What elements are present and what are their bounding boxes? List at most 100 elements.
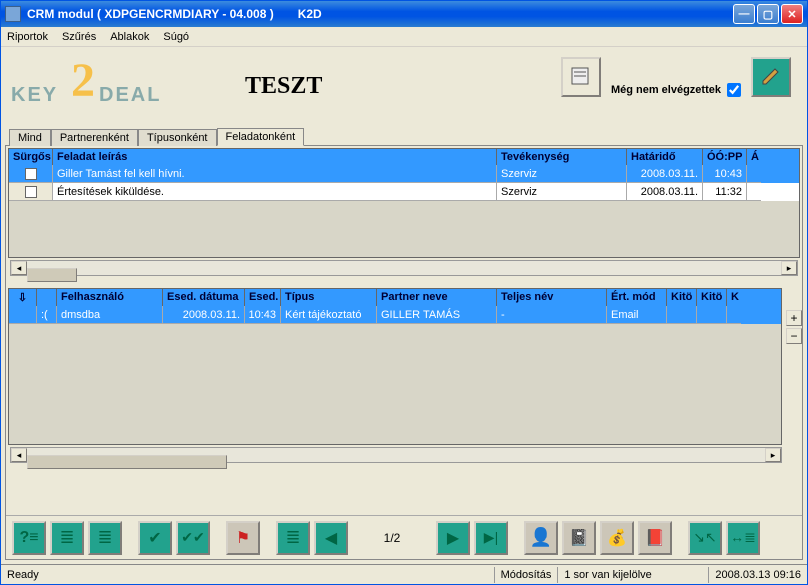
col-tail[interactable]: Á [747,149,761,165]
bottom-grid-hscroll[interactable]: ◂ ▸ [10,447,782,463]
maximize-button[interactable]: ▢ [757,4,779,24]
stamp-icon [568,64,594,90]
status-selection: 1 sor van kijelölve [558,567,708,583]
logo: KEY 2 DEAL [11,57,181,111]
notebook-icon: 📓 [569,528,589,548]
window-subtitle: K2D [298,7,322,21]
cell-esed-datum: 2008.03.11. [163,306,245,324]
menu-ablakok[interactable]: Ablakok [110,31,149,43]
lines-icon: ≣ [59,527,74,548]
tab-feladatonkent[interactable]: Feladatonként [217,128,305,146]
tb-user-button[interactable]: 👤 [524,521,558,555]
question-icon: ?≡ [19,529,38,547]
col-kito[interactable]: Kitö [667,289,697,306]
top-grid-header: Sürgős Feladat leírás Tevékenység Határi… [9,149,799,165]
person-icon: 👤 [530,527,552,548]
status-ready: Ready [1,567,45,583]
col-oopp[interactable]: ÓÓ:PP [703,149,747,165]
pencil-icon [760,66,782,88]
menu-riportok[interactable]: Riportok [7,31,48,43]
col-k[interactable]: K [727,289,741,306]
scroll-left-button[interactable]: ◂ [11,261,27,275]
scroll-right-button[interactable]: ▸ [765,448,781,462]
cell-tipus: Kért tájékoztató [281,306,377,324]
col-tevekenyseg[interactable]: Tevékenység [497,149,627,165]
tb-phonebook-button[interactable]: 📕 [638,521,672,555]
tb-last-button[interactable]: ▶| [474,521,508,555]
tab-partnerenkent[interactable]: Partnerenként [51,129,138,146]
col-face[interactable] [37,289,57,306]
tb-prev-button[interactable]: ◀ [314,521,348,555]
tb-notes-button[interactable]: 📓 [562,521,596,555]
top-grid-hscroll[interactable]: ◂ ▸ [10,260,798,276]
shrink-icon: ↘↖ [693,529,716,546]
tb-check2-button[interactable]: ✔✔ [176,521,210,555]
menu-szures[interactable]: Szűrés [62,31,96,43]
minimize-button[interactable]: — [733,4,755,24]
tb-list1-button[interactable]: ≣ [50,521,84,555]
tb-list3-button[interactable]: ≣ [276,521,310,555]
tb-check1-button[interactable]: ✔ [138,521,172,555]
bottom-grid-header: ⇩ Felhasználó Esed. dátuma Esed. Típus P… [9,289,781,306]
tab-tipusonkent[interactable]: Típusonként [138,129,217,146]
tb-shrink-button[interactable]: ↘↖ [688,521,722,555]
col-teljes[interactable]: Teljes név [497,289,607,306]
table-row[interactable]: Értesítések kiküldése. Szerviz 2008.03.1… [9,183,799,201]
urgent-checkbox[interactable] [25,168,37,180]
col-tipus[interactable]: Típus [281,289,377,306]
col-feladat[interactable]: Feladat leírás [53,149,497,165]
col-esed[interactable]: Esed. [245,289,281,306]
col-ert-mod[interactable]: Ért. mód [607,289,667,306]
cell-teljes: - [497,306,607,324]
cell-tevekenyseg: Szerviz [497,165,627,183]
arrow-right-icon: ▶ [447,528,459,548]
tab-mind[interactable]: Mind [9,129,51,146]
col-esed-datum[interactable]: Esed. dátuma [163,289,245,306]
bottom-grid[interactable]: ⇩ Felhasználó Esed. dátuma Esed. Típus P… [8,288,782,445]
logo-deal: DEAL [99,84,161,107]
arrow-left-icon: ◀ [325,528,337,548]
cell-hatarido: 2008.03.11. [627,183,703,201]
cell-esed: 10:43 [245,306,281,324]
cell-oopp: 10:43 [703,165,747,183]
logo-two: 2 [71,53,95,108]
urgent-checkbox[interactable] [25,186,37,198]
col-felhasznalo[interactable]: Felhasználó [57,289,163,306]
cell-hatarido: 2008.03.11. [627,165,703,183]
table-row[interactable]: :( dmsdba 2008.03.11. 10:43 Kért tájékoz… [9,306,781,324]
cell-ert-mod: Email [607,306,667,324]
table-row[interactable]: Giller Tamást fel kell hívni. Szerviz 20… [9,165,799,183]
main-panel: Sürgős Feladat leírás Tevékenység Határi… [5,145,803,560]
edit-button[interactable] [751,57,791,97]
remove-row-button[interactable]: − [786,328,802,344]
flag-icon: ⚑ [236,528,250,548]
col-surgos[interactable]: Sürgős [9,149,53,165]
scroll-left-button[interactable]: ◂ [11,448,27,462]
scroll-thumb[interactable] [27,268,77,282]
cell-face: :( [37,306,57,324]
col-partner[interactable]: Partner neve [377,289,497,306]
moneybag-icon: 💰 [607,528,627,548]
statusbar: Ready Módosítás 1 sor van kijelölve 2008… [1,564,807,584]
scroll-right-button[interactable]: ▸ [781,261,797,275]
stamp-button[interactable] [561,57,601,97]
tb-next-button[interactable]: ▶ [436,521,470,555]
tb-list2-button[interactable]: ≣ [88,521,122,555]
tb-help-button[interactable]: ?≡ [12,521,46,555]
lines-icon: ≣ [97,527,112,548]
menu-sugo[interactable]: Súgó [163,31,189,43]
close-button[interactable]: ✕ [781,4,803,24]
col-kito2[interactable]: Kitö [697,289,727,306]
tb-expand-button[interactable]: ↔≣ [726,521,760,555]
cell-tevekenyseg: Szerviz [497,183,627,201]
scroll-thumb[interactable] [27,455,227,469]
tb-flag-button[interactable]: ⚑ [226,521,260,555]
tb-money-button[interactable]: 💰 [600,521,634,555]
col-hatarido[interactable]: Határidő [627,149,703,165]
add-row-button[interactable]: + [786,310,802,326]
cell-oopp: 11:32 [703,183,747,201]
filter-checkbox[interactable] [727,83,741,97]
status-modositas: Módosítás [495,567,558,583]
logo-key: KEY [11,84,58,107]
top-grid[interactable]: Sürgős Feladat leírás Tevékenység Határi… [8,148,800,258]
